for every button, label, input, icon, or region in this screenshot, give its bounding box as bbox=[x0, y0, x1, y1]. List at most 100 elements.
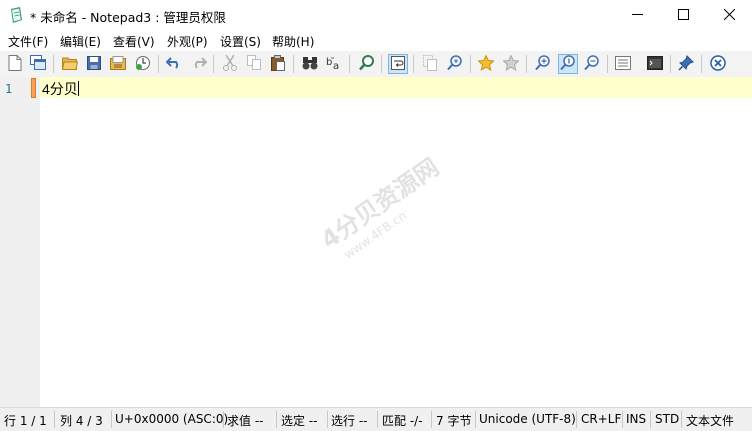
favorites-button[interactable] bbox=[476, 53, 496, 74]
zoom-in-icon bbox=[535, 54, 551, 74]
pin-icon bbox=[678, 54, 694, 74]
scheme-button[interactable] bbox=[613, 54, 633, 74]
copy-button[interactable] bbox=[244, 54, 264, 74]
paste-icon bbox=[271, 54, 285, 74]
toolbar-separator bbox=[413, 55, 414, 73]
zoom-reset-icon bbox=[560, 54, 576, 74]
goto-button[interactable] bbox=[357, 54, 377, 74]
minimize-icon bbox=[631, 9, 643, 23]
window-title: * 未命名 - Notepad3 : 管理员权限 bbox=[30, 10, 226, 25]
zoom-out-button[interactable] bbox=[582, 54, 602, 74]
cut-button[interactable] bbox=[220, 54, 240, 74]
editor-text[interactable]: 4分贝 bbox=[42, 79, 79, 99]
undo-button[interactable] bbox=[164, 54, 184, 74]
toolbar-separator bbox=[526, 55, 527, 73]
status-separator bbox=[576, 411, 577, 428]
new-window-button[interactable] bbox=[28, 54, 48, 74]
new-window-icon bbox=[30, 55, 46, 73]
toolbar-separator bbox=[607, 55, 608, 73]
word-wrap-button[interactable] bbox=[388, 54, 408, 74]
word-wrap-icon bbox=[391, 55, 405, 73]
find-next-icon bbox=[447, 54, 463, 74]
watermark-url: www.4FB.cn bbox=[341, 208, 410, 262]
favorites-icon bbox=[477, 53, 495, 74]
find-icon bbox=[302, 56, 318, 73]
save-as-icon bbox=[110, 55, 126, 73]
zoom-in-button[interactable] bbox=[533, 54, 553, 74]
new-file-button[interactable] bbox=[5, 54, 25, 74]
redo-button[interactable] bbox=[189, 54, 209, 74]
menu-edit[interactable]: 编辑(E) bbox=[60, 33, 101, 50]
svg-text:b: b bbox=[326, 57, 332, 68]
open-folder-icon bbox=[61, 56, 79, 73]
paste-button[interactable] bbox=[268, 54, 288, 74]
watermark: 4分贝资源网 www.4FB.cn bbox=[293, 124, 487, 306]
exit-button[interactable] bbox=[708, 54, 728, 74]
status-lexer[interactable]: 文本文件 bbox=[686, 412, 734, 429]
status-separator bbox=[650, 411, 651, 428]
line-number-gutter bbox=[0, 77, 40, 407]
toolbar-separator bbox=[53, 55, 54, 73]
current-line-highlight[interactable] bbox=[40, 77, 752, 98]
find-next-button[interactable] bbox=[445, 54, 465, 74]
revert-button[interactable] bbox=[133, 54, 153, 74]
status-separator bbox=[276, 411, 277, 428]
minimize-button[interactable] bbox=[614, 0, 660, 31]
menu-help[interactable]: 帮助(H) bbox=[272, 33, 314, 50]
status-match[interactable]: 匹配 -/- bbox=[382, 412, 423, 429]
status-separator bbox=[377, 411, 378, 428]
notepad3-logo-icon bbox=[9, 7, 23, 23]
menu-file[interactable]: 文件(F) bbox=[8, 33, 48, 50]
status-ovr[interactable]: INS bbox=[626, 412, 646, 426]
status-line[interactable]: 行 1 / 1 bbox=[4, 412, 47, 429]
open-button[interactable] bbox=[60, 54, 80, 74]
customize-button[interactable] bbox=[645, 54, 665, 74]
select-all-button[interactable] bbox=[420, 54, 440, 74]
menu-settings[interactable]: 设置(S) bbox=[220, 33, 261, 50]
customize-icon bbox=[647, 55, 663, 73]
toolbar: ba bbox=[0, 51, 752, 78]
editor-line-text: 4分贝 bbox=[42, 81, 78, 97]
redo-icon bbox=[191, 56, 208, 72]
line-number: 1 bbox=[5, 82, 13, 96]
select-all-icon bbox=[423, 54, 437, 74]
scheme-icon bbox=[615, 55, 631, 73]
status-separator bbox=[622, 411, 623, 428]
status-separator bbox=[223, 411, 224, 428]
find-button[interactable] bbox=[300, 54, 320, 74]
toolbar-separator bbox=[349, 55, 350, 73]
save-as-button[interactable] bbox=[108, 54, 128, 74]
status-encoding[interactable]: Unicode (UTF-8) bbox=[479, 412, 576, 426]
status-eol[interactable]: CR+LF bbox=[581, 412, 621, 426]
toolbar-separator bbox=[293, 55, 294, 73]
toolbar-separator bbox=[381, 55, 382, 73]
cut-icon bbox=[223, 54, 237, 74]
toolbar-separator bbox=[213, 55, 214, 73]
status-column[interactable]: 列 4 / 3 bbox=[60, 412, 103, 429]
status-bytes[interactable]: 7 字节 bbox=[436, 412, 471, 429]
status-selection[interactable]: 选定 -- bbox=[281, 412, 317, 429]
watermark-logo-text: 4分贝资源网 bbox=[316, 152, 445, 255]
menu-appearance[interactable]: 外观(P) bbox=[167, 33, 208, 50]
menu-view[interactable]: 查看(V) bbox=[113, 33, 155, 50]
add-favorite-button[interactable] bbox=[501, 53, 521, 74]
status-separator bbox=[475, 411, 476, 428]
svg-text:a: a bbox=[333, 61, 339, 70]
pin-button[interactable] bbox=[676, 54, 696, 74]
title-bar: * 未命名 - Notepad3 : 管理员权限 bbox=[0, 0, 752, 31]
save-button[interactable] bbox=[84, 54, 104, 74]
close-icon bbox=[723, 8, 735, 23]
close-button[interactable] bbox=[706, 0, 752, 31]
status-mode[interactable]: STD bbox=[655, 412, 679, 426]
replace-icon: ba bbox=[326, 56, 342, 73]
status-eval[interactable]: 求值 -- bbox=[227, 412, 263, 429]
goto-icon bbox=[359, 54, 375, 74]
status-character[interactable]: U+0x0000 (ASC:0) bbox=[115, 412, 228, 426]
status-bar: 行 1 / 1 列 4 / 3 U+0x0000 (ASC:0) 求值 -- 选… bbox=[0, 407, 752, 431]
zoom-reset-button[interactable] bbox=[558, 54, 578, 74]
status-selected-lines[interactable]: 选行 -- bbox=[331, 412, 367, 429]
maximize-button[interactable] bbox=[660, 0, 706, 31]
replace-button[interactable]: ba bbox=[324, 54, 344, 74]
status-separator bbox=[111, 411, 112, 428]
save-icon bbox=[87, 55, 101, 73]
